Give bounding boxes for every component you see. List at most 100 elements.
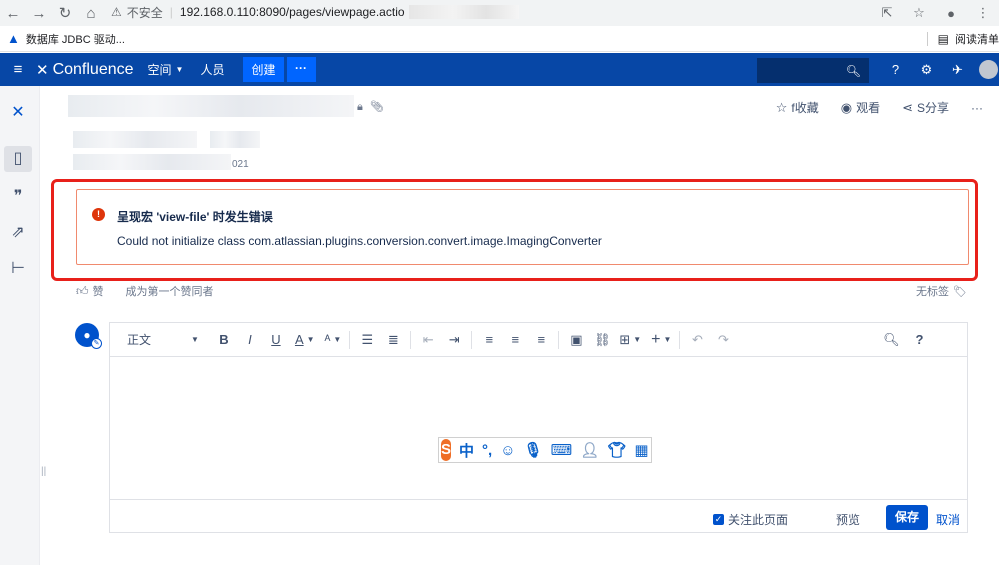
thumbs-up-icon[interactable]: 👍︎ bbox=[76, 284, 89, 299]
chevron-down-icon: ▼ bbox=[175, 65, 184, 74]
underline-button[interactable]: U bbox=[267, 332, 285, 347]
preview-button[interactable]: 预览 bbox=[836, 511, 860, 528]
align-center-icon[interactable]: ≡ bbox=[506, 332, 524, 347]
bullet-list-icon[interactable]: ☰ bbox=[358, 332, 376, 348]
watch-label: 观看 bbox=[856, 101, 881, 115]
redacted-date bbox=[73, 154, 231, 170]
bold-button[interactable]: B bbox=[215, 332, 233, 347]
image-icon[interactable]: ▣ bbox=[567, 332, 585, 348]
error-message: Could not initialize class com.atlassian… bbox=[117, 234, 602, 248]
redacted-author bbox=[73, 131, 197, 148]
app-header: ≡ ✕ Confluence 空间 ▼ 人员 创建 ··· 🔍︎ ? ⚙ ✈ bbox=[0, 53, 999, 86]
notifications-icon[interactable]: ✈ bbox=[942, 62, 973, 78]
create-more-button[interactable]: ··· bbox=[286, 57, 316, 82]
date-fragment: 021 bbox=[232, 159, 249, 170]
search-icon[interactable]: 🔍︎ bbox=[882, 332, 900, 348]
avatar[interactable] bbox=[979, 60, 998, 79]
security-label: 不安全 bbox=[126, 5, 163, 20]
formatting-button[interactable]: ᴬ ▼ bbox=[325, 332, 342, 347]
undo-icon[interactable]: ↶ bbox=[688, 332, 706, 348]
eye-icon: ◉ bbox=[840, 99, 853, 115]
emoji-icon[interactable]: ☺ bbox=[500, 442, 515, 459]
redo-icon[interactable]: ↷ bbox=[714, 332, 732, 348]
error-macro: ! 呈现宏 'view-file' 时发生错误 Could not initia… bbox=[76, 189, 969, 265]
star-button[interactable]: ☆ f收藏 bbox=[776, 99, 819, 116]
address-bar[interactable]: ⚠ 不安全 | 192.168.0.110:8090/pages/viewpag… bbox=[111, 1, 563, 23]
profile-icon[interactable]: ● bbox=[935, 6, 967, 21]
like-row: 👍︎ 赞 成为第一个赞同者 bbox=[76, 283, 214, 299]
create-button[interactable]: 创建 bbox=[243, 57, 284, 82]
insert-button[interactable]: + ▼ bbox=[651, 331, 671, 349]
text-color-button[interactable]: A ▼ bbox=[295, 332, 315, 347]
browser-toolbar: ← → ↻ ⌂ ⚠ 不安全 | 192.168.0.110:8090/pages… bbox=[0, 0, 999, 26]
share-label: S分享 bbox=[916, 101, 949, 115]
header-icons: ? ⚙ ✈ bbox=[880, 53, 998, 86]
like-button[interactable]: 赞 bbox=[93, 283, 104, 299]
align-right-icon[interactable]: ≡ bbox=[532, 332, 550, 347]
pages-icon[interactable]: ▯ bbox=[4, 146, 32, 172]
external-link-icon[interactable]: ⇗ bbox=[0, 222, 36, 242]
divider bbox=[471, 330, 473, 349]
microphone-icon[interactable]: 🎙︎ bbox=[524, 441, 543, 459]
attachment-icon[interactable]: 📎︎ bbox=[370, 101, 384, 113]
table-button[interactable]: ⊞ ▼ bbox=[619, 332, 641, 348]
labels[interactable]: 无标签 🏷︎ bbox=[916, 283, 967, 299]
watch-button[interactable]: ◉ 观看 bbox=[841, 99, 880, 116]
error-icon: ! bbox=[92, 208, 105, 221]
app-name: Confluence bbox=[52, 60, 134, 78]
align-left-icon[interactable]: ≡ bbox=[480, 332, 498, 347]
home-icon[interactable]: ⌂ bbox=[78, 2, 104, 24]
share-icon[interactable]: ⇱ bbox=[871, 5, 903, 21]
watch-page-label: 关注此页面 bbox=[728, 513, 789, 527]
skin-icon[interactable]: 👕︎ bbox=[607, 441, 626, 459]
tree-icon[interactable]: ⊢ bbox=[0, 258, 36, 278]
reload-icon[interactable]: ↻ bbox=[52, 2, 78, 24]
share-button[interactable]: ⋖ S分享 bbox=[902, 99, 949, 116]
indent-icon[interactable]: ⇥ bbox=[445, 332, 463, 348]
menu-icon[interactable]: ⋮ bbox=[967, 5, 999, 21]
star-icon[interactable]: ☆ bbox=[903, 5, 935, 21]
editor-toolbar: 正文 ▼ B I U A ▼ ᴬ ▼ ☰ ≣ ⇤ ⇥ ≡ ≡ ≡ ▣ ⛓ ⊞ ▼ + ▼… bbox=[110, 323, 967, 357]
text-color-icon: A bbox=[294, 332, 304, 347]
help-icon[interactable]: ? bbox=[910, 332, 928, 347]
spaces-label: 空间 bbox=[147, 63, 172, 77]
sidebar-resize-handle[interactable]: || bbox=[41, 466, 46, 477]
forward-icon[interactable]: → bbox=[26, 2, 52, 24]
search-input[interactable]: 🔍︎ bbox=[757, 58, 869, 83]
plus-icon: + bbox=[651, 330, 661, 348]
chevron-down-icon: ▼ bbox=[191, 335, 199, 344]
comment-editor[interactable]: 正文 ▼ B I U A ▼ ᴬ ▼ ☰ ≣ ⇤ ⇥ ≡ ≡ ≡ ▣ ⛓ ⊞ ▼ + ▼… bbox=[109, 322, 968, 533]
italic-button[interactable]: I bbox=[241, 332, 259, 347]
confluence-logo[interactable]: ✕ Confluence bbox=[36, 61, 134, 79]
user-icon: ● bbox=[83, 328, 91, 342]
punctuation-toggle[interactable]: °, bbox=[482, 442, 492, 459]
grid-icon[interactable]: ▦ bbox=[634, 441, 648, 459]
blog-quote-icon[interactable]: ❞ bbox=[0, 186, 36, 206]
outdent-icon[interactable]: ⇤ bbox=[419, 332, 437, 348]
spaces-menu[interactable]: 空间 ▼ bbox=[148, 61, 184, 78]
editor-footer: ✓ 关注此页面 预览 保存 取消 bbox=[110, 499, 967, 533]
bookmark-icon: ▲ bbox=[7, 31, 20, 46]
keyboard-icon[interactable]: ⌨ bbox=[551, 441, 573, 459]
cancel-button[interactable]: 取消 bbox=[936, 511, 960, 528]
help-icon[interactable]: ? bbox=[880, 62, 911, 77]
input-mode-toggle[interactable]: 中 bbox=[459, 440, 474, 461]
watch-page-checkbox[interactable]: ✓ 关注此页面 bbox=[713, 511, 788, 528]
paragraph-style-select[interactable]: 正文 ▼ bbox=[127, 331, 199, 348]
user-icon[interactable]: 👤︎ bbox=[580, 441, 599, 459]
gear-icon[interactable]: ⚙ bbox=[911, 62, 942, 78]
restrictions-icon[interactable]: 🔒︎ bbox=[357, 101, 363, 113]
bookmark-item[interactable]: 数据库 JDBC 驱动... bbox=[26, 31, 125, 47]
people-link[interactable]: 人员 bbox=[200, 61, 224, 78]
reading-list[interactable]: ▤ 阅读清单 bbox=[926, 26, 999, 52]
divider bbox=[926, 32, 928, 46]
hamburger-menu-icon[interactable]: ≡ bbox=[0, 61, 36, 78]
confluence-brand-icon[interactable]: ✕ bbox=[0, 102, 36, 122]
divider bbox=[679, 330, 681, 349]
sogou-logo[interactable]: S bbox=[441, 439, 452, 461]
save-button[interactable]: 保存 bbox=[886, 505, 928, 530]
more-actions-button[interactable]: ··· bbox=[971, 101, 983, 115]
back-icon[interactable]: ← bbox=[0, 2, 26, 24]
numbered-list-icon[interactable]: ≣ bbox=[384, 332, 402, 348]
link-icon[interactable]: ⛓ bbox=[593, 332, 611, 348]
